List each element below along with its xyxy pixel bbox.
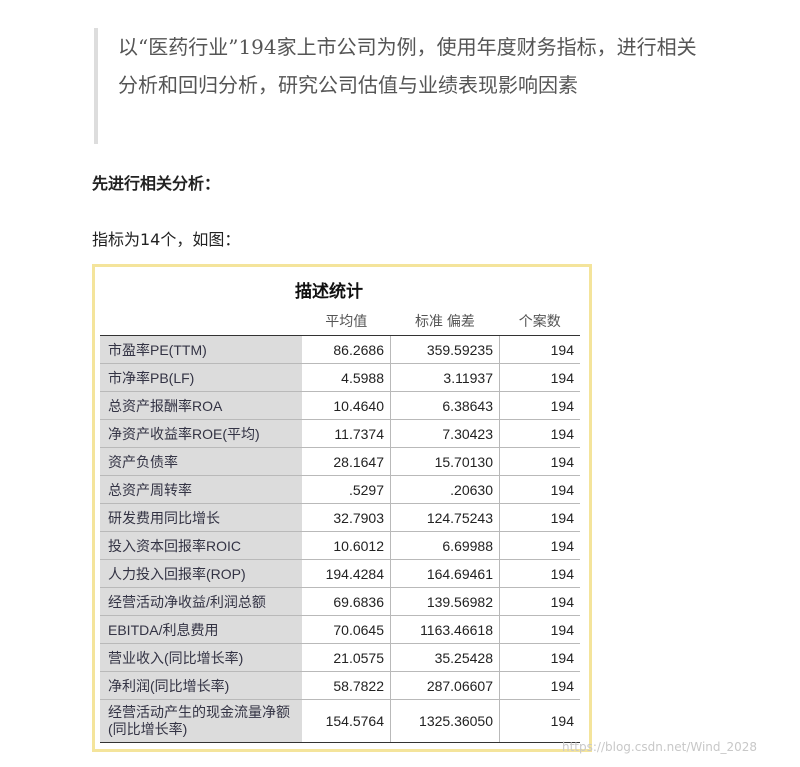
row-mean: 4.5988 xyxy=(302,363,391,392)
table-header-n: 个案数 xyxy=(499,307,580,336)
table-row: 市盈率PE(TTM) 86.2686 359.59235 194 xyxy=(100,335,580,364)
table-header-mean: 平均值 xyxy=(302,307,391,336)
row-n: 194 xyxy=(499,363,580,392)
row-sd: 287.06607 xyxy=(390,671,500,700)
watermark: https://blog.csdn.net/Wind_2028 xyxy=(562,740,758,754)
row-sd: 7.30423 xyxy=(390,419,500,448)
row-label: 营业收入(同比增长率) xyxy=(100,643,302,672)
row-mean: .5297 xyxy=(302,475,391,504)
row-mean: 32.7903 xyxy=(302,503,391,532)
row-sd: 164.69461 xyxy=(390,559,500,588)
row-label: 总资产报酬率ROA xyxy=(100,391,302,420)
row-mean: 21.0575 xyxy=(302,643,391,672)
row-mean: 70.0645 xyxy=(302,615,391,644)
table-row: 研发费用同比增长 32.7903 124.75243 194 xyxy=(100,503,580,532)
table-row: 净利润(同比增长率) 58.7822 287.06607 194 xyxy=(100,671,580,700)
quote-text: 以“医药行业”194家上市公司为例，使用年度财务指标，进行相关分析和回归分析，研… xyxy=(118,35,697,97)
table-row: EBITDA/利息费用 70.0645 1163.46618 194 xyxy=(100,615,580,644)
row-label: 净利润(同比增长率) xyxy=(100,671,302,700)
row-sd: 1325.36050 xyxy=(390,699,500,743)
row-n: 194 xyxy=(499,615,580,644)
row-n: 194 xyxy=(499,447,580,476)
row-n: 194 xyxy=(499,671,580,700)
row-sd: 6.38643 xyxy=(390,391,500,420)
row-label: 总资产周转率 xyxy=(100,475,302,504)
table-header-row: 平均值 标准 偏差 个案数 xyxy=(100,307,580,336)
table-title: 描述统计 xyxy=(295,282,363,302)
row-label: 经营活动净收益/利润总额 xyxy=(100,587,302,616)
row-label: 经营活动产生的现金流量净额(同比增长率) xyxy=(100,699,302,743)
row-label: 净资产收益率ROE(平均) xyxy=(100,419,302,448)
row-n: 194 xyxy=(499,475,580,504)
row-mean: 11.7374 xyxy=(302,419,391,448)
row-label: 研发费用同比增长 xyxy=(100,503,302,532)
table-row: 资产负债率 28.1647 15.70130 194 xyxy=(100,447,580,476)
row-mean: 10.6012 xyxy=(302,531,391,560)
row-mean: 58.7822 xyxy=(302,671,391,700)
table-row: 总资产报酬率ROA 10.4640 6.38643 194 xyxy=(100,391,580,420)
row-label: 市盈率PE(TTM) xyxy=(100,335,302,364)
row-label: EBITDA/利息费用 xyxy=(100,615,302,644)
row-label: 人力投入回报率(ROP) xyxy=(100,559,302,588)
table-body: 市盈率PE(TTM) 86.2686 359.59235 194 市净率PB(LF) 4.… xyxy=(100,335,580,743)
table-row: 市净率PB(LF) 4.5988 3.11937 194 xyxy=(100,363,580,392)
table-row: 人力投入回报率(ROP) 194.4284 164.69461 194 xyxy=(100,559,580,588)
row-sd: 124.75243 xyxy=(390,503,500,532)
row-label: 市净率PB(LF) xyxy=(100,363,302,392)
blockquote: 以“医药行业”194家上市公司为例，使用年度财务指标，进行相关分析和回归分析，研… xyxy=(94,28,714,144)
row-sd: 3.11937 xyxy=(390,363,500,392)
row-mean: 194.4284 xyxy=(302,559,391,588)
intro-paragraph: 指标为14个，如图： xyxy=(92,230,241,249)
row-sd: 1163.46618 xyxy=(390,615,500,644)
row-mean: 86.2686 xyxy=(302,335,391,364)
row-sd: 359.59235 xyxy=(390,335,500,364)
row-sd: 6.69988 xyxy=(390,531,500,560)
table-row: 营业收入(同比增长率) 21.0575 35.25428 194 xyxy=(100,643,580,672)
row-mean: 10.4640 xyxy=(302,391,391,420)
row-mean: 69.6836 xyxy=(302,587,391,616)
descriptive-stats-figure: 描述统计 平均值 标准 偏差 个案数 市盈率PE(TTM) 86.2686 359.… xyxy=(92,264,592,752)
row-label: 资产负债率 xyxy=(100,447,302,476)
row-n: 194 xyxy=(499,559,580,588)
table-header-sd: 标准 偏差 xyxy=(390,307,500,336)
row-sd: 15.70130 xyxy=(390,447,500,476)
table-row: 净资产收益率ROE(平均) 11.7374 7.30423 194 xyxy=(100,419,580,448)
row-n: 194 xyxy=(499,699,580,743)
row-n: 194 xyxy=(499,391,580,420)
table-row: 经营活动产生的现金流量净额(同比增长率) 154.5764 1325.36050 19… xyxy=(100,699,580,743)
row-mean: 154.5764 xyxy=(302,699,391,743)
row-n: 194 xyxy=(499,531,580,560)
table-header-blank xyxy=(100,307,302,336)
table-row: 投入资本回报率ROIC 10.6012 6.69988 194 xyxy=(100,531,580,560)
row-n: 194 xyxy=(499,587,580,616)
table-row: 经营活动净收益/利润总额 69.6836 139.56982 194 xyxy=(100,587,580,616)
row-n: 194 xyxy=(499,335,580,364)
row-sd: 35.25428 xyxy=(390,643,500,672)
row-n: 194 xyxy=(499,419,580,448)
section-heading: 先进行相关分析： xyxy=(92,174,221,193)
table-row: 总资产周转率 .5297.20630 194 xyxy=(100,475,580,504)
row-sd: .20630 xyxy=(390,475,500,504)
row-sd: 139.56982 xyxy=(390,587,500,616)
row-mean: 28.1647 xyxy=(302,447,391,476)
descriptive-stats-table: 平均值 标准 偏差 个案数 市盈率PE(TTM) 86.2686 359.59235… xyxy=(100,307,580,743)
row-n: 194 xyxy=(499,643,580,672)
row-label: 投入资本回报率ROIC xyxy=(100,531,302,560)
row-n: 194 xyxy=(499,503,580,532)
